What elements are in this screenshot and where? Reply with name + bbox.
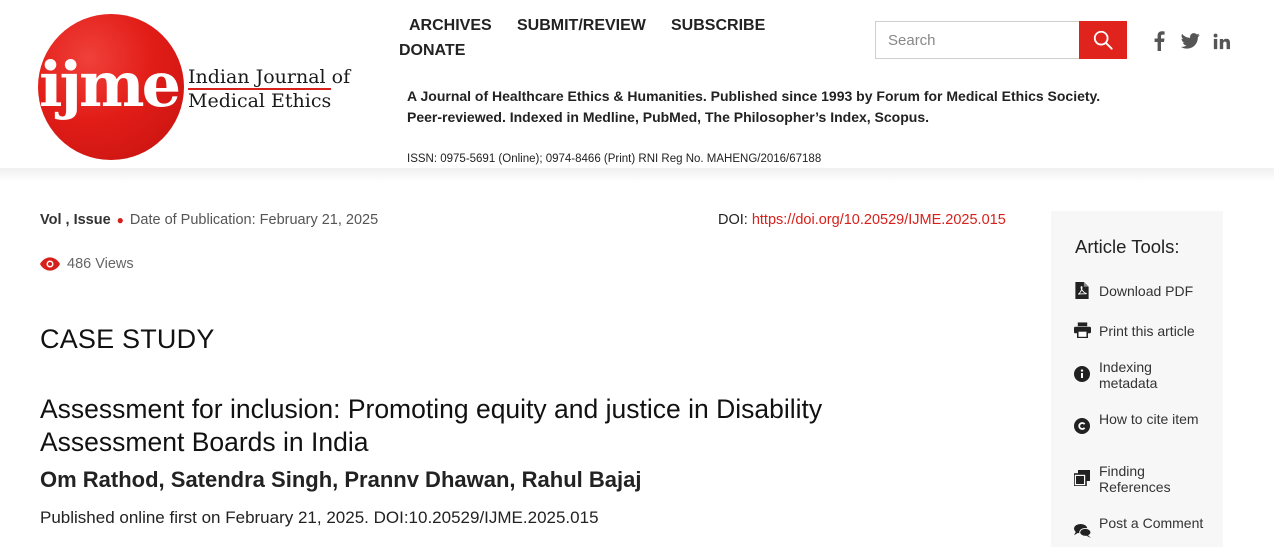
tool-label: Indexing metadata (1099, 359, 1158, 391)
section-label: CASE STUDY (40, 324, 215, 354)
bullet-icon: ● (116, 213, 124, 227)
tagline-line1: A Journal of Healthcare Ethics & Humanit… (407, 88, 1101, 104)
logo-mark: ijme (39, 48, 181, 121)
tool-label: Download PDF (1099, 282, 1194, 299)
tool-label: Finding References (1099, 463, 1171, 495)
site-logo[interactable]: ijme Indian Journal of Medical Ethics (38, 14, 368, 160)
nav-archives[interactable]: ARCHIVES (409, 17, 492, 35)
twitter-icon[interactable] (1180, 31, 1200, 51)
nav-subscribe[interactable]: SUBSCRIBE (671, 17, 765, 35)
doi-link[interactable]: https://doi.org/10.20529/IJME.2025.015 (752, 212, 1006, 228)
tool-finding-references[interactable]: Finding References (1073, 462, 1213, 495)
view-count: 486 Views (40, 256, 134, 272)
publication-meta: Vol , Issue ● Date of Publication: Februar… (40, 212, 378, 228)
doi-line: DOI: https://doi.org/10.20529/IJME.2025.… (718, 212, 1006, 228)
info-icon (1073, 365, 1091, 383)
vol-issue: Vol , Issue (40, 212, 111, 228)
logo-text-line1: Indian Journal of (188, 66, 351, 88)
search-form (875, 21, 1127, 59)
nav-submit-review[interactable]: SUBMIT/REVIEW (517, 17, 646, 35)
article-tools-title: Article Tools: (1075, 236, 1180, 257)
comment-icon (1073, 521, 1091, 539)
header-shadow (0, 168, 1274, 182)
journal-tagline: A Journal of Healthcare Ethics & Humanit… (407, 86, 1107, 128)
site-header: ijme Indian Journal of Medical Ethics AR… (0, 0, 1274, 172)
search-input[interactable] (875, 21, 1079, 59)
tool-label: Print this article (1099, 322, 1195, 339)
doi-label: DOI: (718, 212, 752, 228)
article-authors: Om Rathod, Satendra Singh, Prannv Dhawan… (40, 467, 642, 492)
copyright-icon (1073, 417, 1091, 435)
tool-label: How to cite item (1099, 411, 1199, 427)
eye-icon (40, 257, 67, 271)
published-online-line: Published online first on February 21, 2… (40, 508, 599, 527)
nav-donate[interactable]: DONATE (399, 42, 465, 60)
tool-indexing-metadata[interactable]: Indexing metadata (1073, 358, 1213, 391)
documents-icon (1073, 469, 1091, 487)
linkedin-icon[interactable] (1212, 31, 1230, 51)
pdf-file-icon (1073, 281, 1091, 299)
article-tools-panel: Article Tools: Download PDF Print this a… (1051, 211, 1223, 547)
article-title: Assessment for inclusion: Promoting equi… (40, 394, 823, 457)
facebook-icon[interactable] (1152, 31, 1166, 51)
tool-post-comment[interactable]: Post a Comment (1073, 514, 1213, 539)
logo-text: Indian Journal of Medical Ethics (188, 66, 350, 112)
tool-label: Post a Comment (1099, 515, 1204, 531)
search-button[interactable] (1079, 21, 1127, 59)
tool-print-article[interactable]: Print this article (1073, 321, 1213, 339)
printer-icon (1073, 321, 1091, 339)
views-text: 486 Views (67, 256, 134, 272)
issn-info: ISSN: 0975-5691 (Online); 0974-8466 (Pri… (407, 153, 822, 165)
logo-text-line2: Medical Ethics (188, 88, 332, 112)
tool-download-pdf[interactable]: Download PDF (1073, 281, 1213, 299)
tool-how-to-cite[interactable]: How to cite item (1073, 410, 1213, 435)
publication-date: Date of Publication: February 21, 2025 (129, 212, 379, 228)
search-icon (1092, 29, 1114, 51)
tagline-line2: Peer-reviewed. Indexed in Medline, PubMe… (407, 109, 930, 125)
